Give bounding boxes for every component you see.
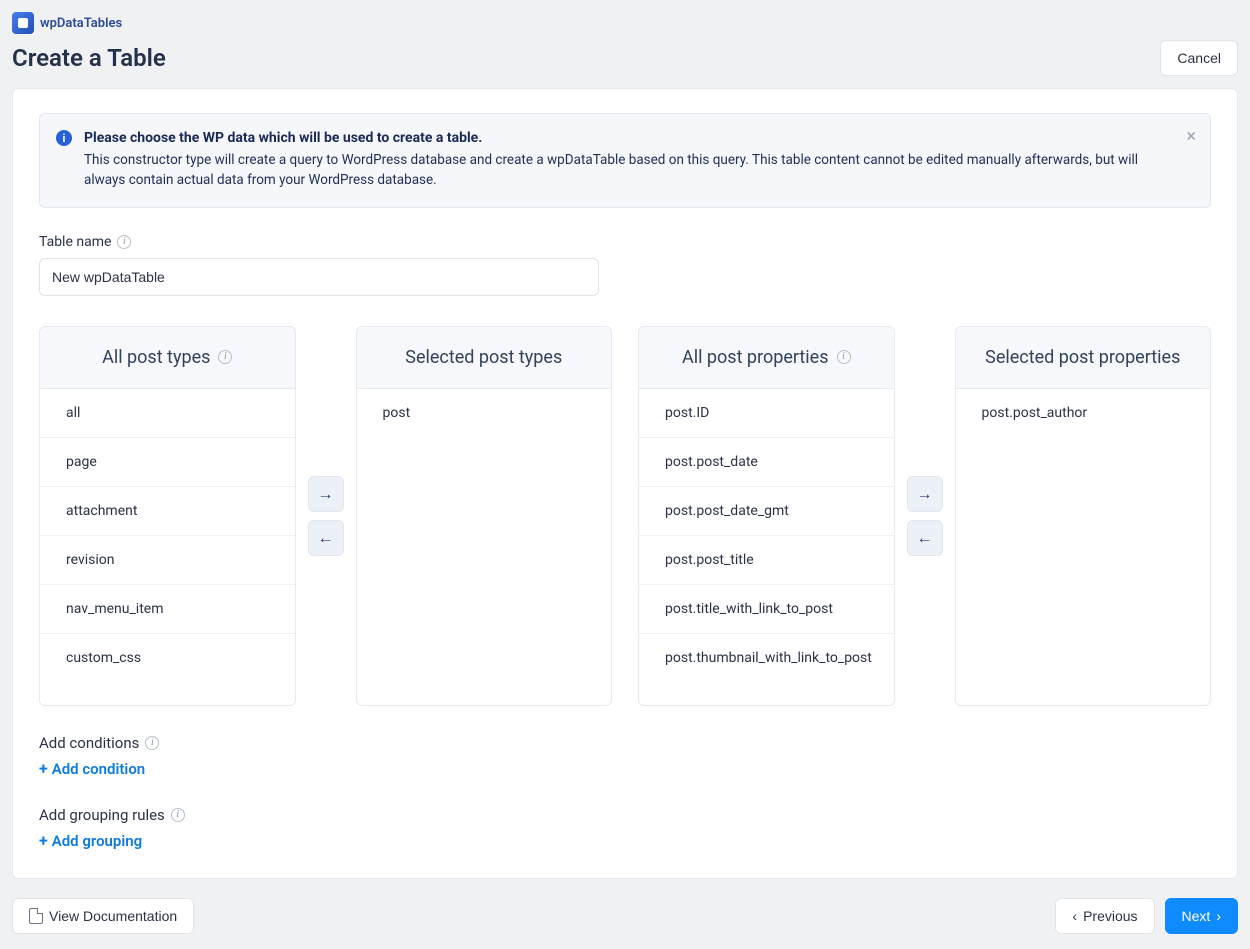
cancel-button[interactable]: Cancel — [1160, 40, 1238, 76]
all-post-properties-panel: All post properties i post.ID post.post_… — [638, 326, 895, 706]
move-left-button[interactable]: ← — [308, 520, 344, 556]
list-item[interactable]: post — [357, 389, 612, 437]
list-item[interactable]: post.post_date — [639, 438, 894, 487]
selected-post-properties-list[interactable]: post.post_author — [956, 389, 1211, 705]
arrow-right-icon: → — [917, 484, 933, 504]
table-name-input[interactable] — [39, 258, 599, 296]
list-item[interactable]: all — [40, 389, 295, 438]
view-documentation-button[interactable]: View Documentation — [12, 898, 194, 934]
next-button[interactable]: Next › — [1165, 898, 1238, 934]
conditions-label: Add conditions i — [39, 734, 1211, 752]
move-right-button[interactable]: → — [308, 476, 344, 512]
list-item[interactable]: post.thumbnail_with_link_to_post — [639, 634, 894, 682]
selected-post-types-panel: Selected post types post — [356, 326, 613, 706]
page-title: Create a Table — [12, 44, 166, 72]
constructor-card: i × Please choose the WP data which will… — [12, 88, 1238, 879]
help-icon[interactable]: i — [837, 350, 851, 364]
previous-button[interactable]: ‹ Previous — [1055, 898, 1154, 934]
help-icon[interactable]: i — [171, 808, 185, 822]
grouping-label: Add grouping rules i — [39, 806, 1211, 824]
help-icon[interactable]: i — [145, 736, 159, 750]
all-post-properties-list[interactable]: post.ID post.post_date post.post_date_gm… — [639, 389, 894, 705]
panel-header: All post types i — [40, 327, 295, 389]
list-item[interactable]: post.post_author — [956, 389, 1211, 437]
arrow-left-icon: ← — [318, 528, 334, 548]
move-left-button[interactable]: ← — [907, 520, 943, 556]
document-icon — [29, 908, 43, 924]
list-item[interactable]: revision — [40, 536, 295, 585]
brand-logo-icon — [12, 12, 34, 34]
brand: wpDataTables — [12, 12, 1238, 34]
selected-post-types-list[interactable]: post — [357, 389, 612, 705]
list-item[interactable]: custom_css — [40, 634, 295, 682]
list-item[interactable]: attachment — [40, 487, 295, 536]
plus-icon: + — [39, 833, 48, 849]
info-icon: i — [56, 130, 72, 146]
all-post-types-list[interactable]: all page attachment revision nav_menu_it… — [40, 389, 295, 705]
alert-title: Please choose the WP data which will be … — [84, 130, 1170, 146]
list-item[interactable]: page — [40, 438, 295, 487]
help-icon[interactable]: i — [117, 235, 131, 249]
list-item[interactable]: post.post_title — [639, 536, 894, 585]
panel-header: All post properties i — [639, 327, 894, 389]
add-grouping-button[interactable]: + Add grouping — [39, 832, 142, 850]
list-item[interactable]: post.post_date_gmt — [639, 487, 894, 536]
brand-name: wpDataTables — [40, 16, 122, 31]
add-condition-button[interactable]: + Add condition — [39, 760, 145, 778]
alert-body: This constructor type will create a quer… — [84, 150, 1170, 191]
arrow-left-icon: ← — [917, 528, 933, 548]
list-item[interactable]: post.ID — [639, 389, 894, 438]
panel-header: Selected post properties — [956, 327, 1211, 389]
plus-icon: + — [39, 761, 48, 777]
selected-post-properties-panel: Selected post properties post.post_autho… — [955, 326, 1212, 706]
table-name-label: Table name i — [39, 234, 1211, 250]
panel-header: Selected post types — [357, 327, 612, 389]
close-icon[interactable]: × — [1186, 128, 1196, 146]
all-post-types-panel: All post types i all page attachment rev… — [39, 326, 296, 706]
list-item[interactable]: nav_menu_item — [40, 585, 295, 634]
chevron-left-icon: ‹ — [1072, 909, 1077, 923]
help-icon[interactable]: i — [218, 350, 232, 364]
info-alert: i × Please choose the WP data which will… — [39, 113, 1211, 208]
move-right-button[interactable]: → — [907, 476, 943, 512]
list-item[interactable]: post.title_with_link_to_post — [639, 585, 894, 634]
arrow-right-icon: → — [318, 484, 334, 504]
chevron-right-icon: › — [1216, 909, 1221, 923]
